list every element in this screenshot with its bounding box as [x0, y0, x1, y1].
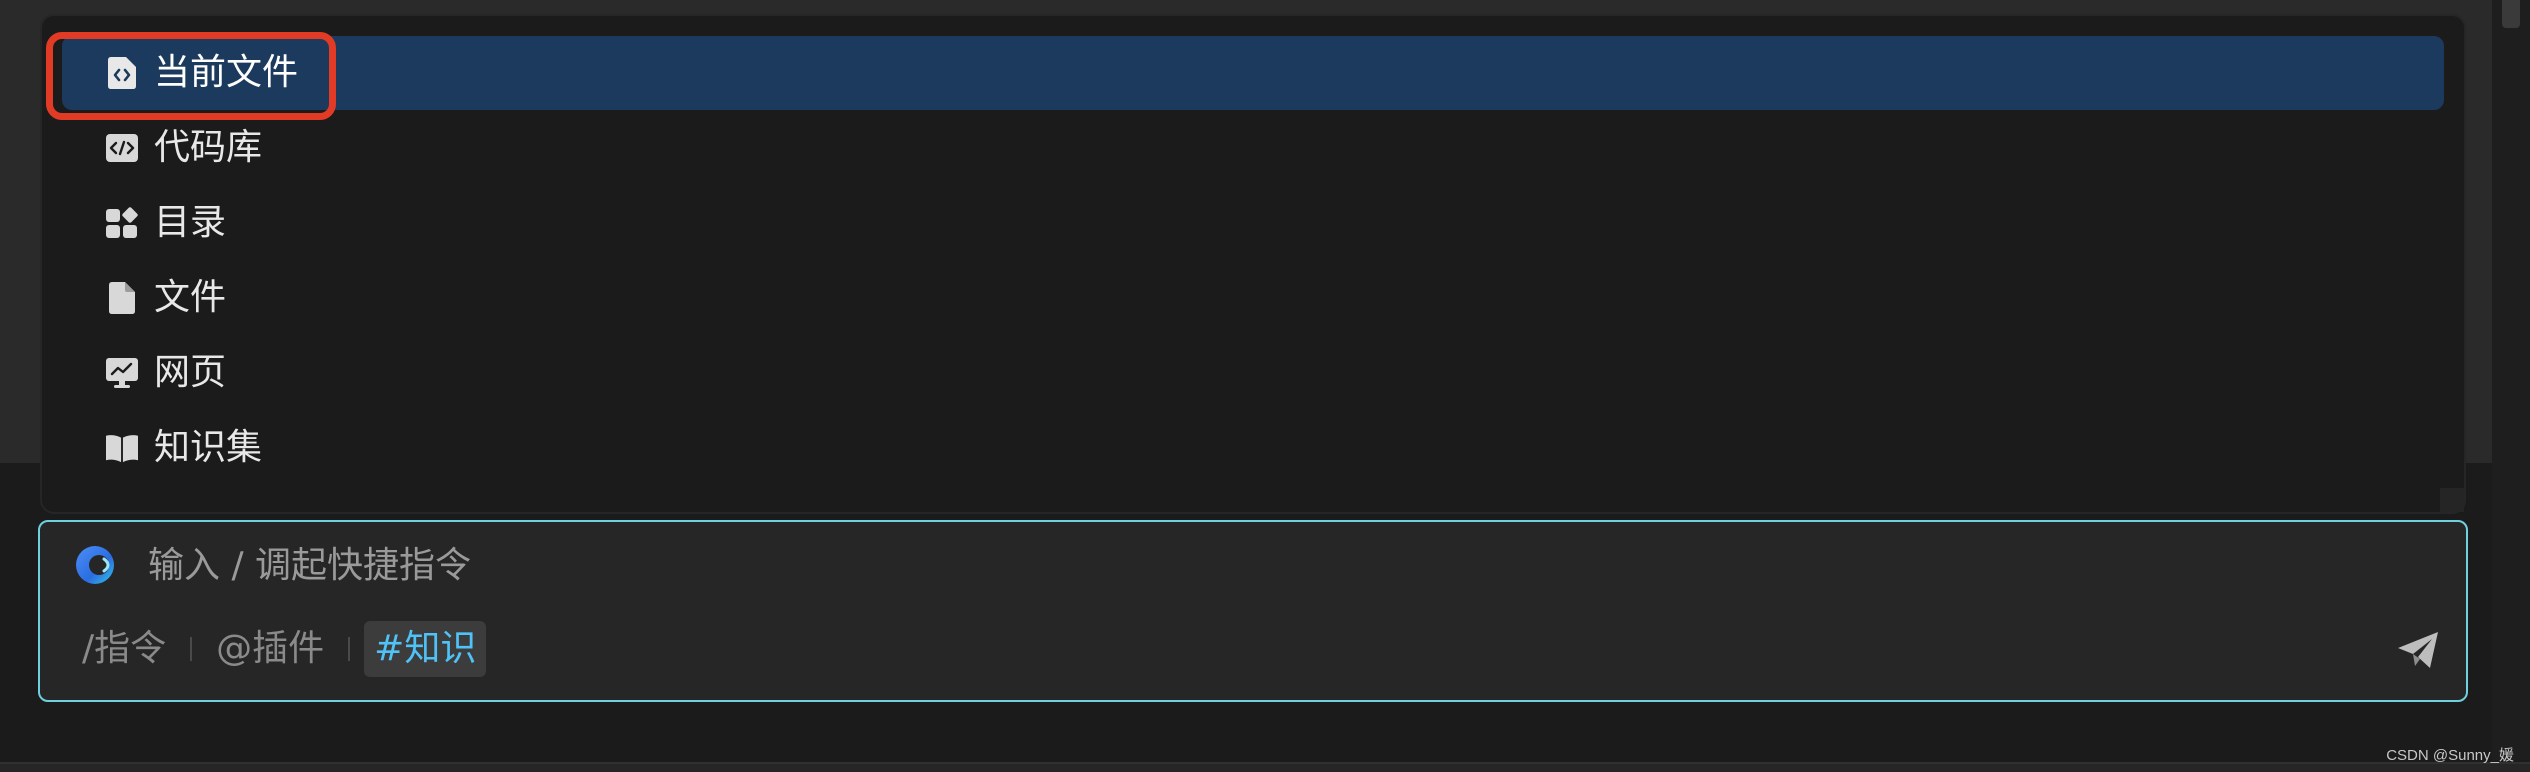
menu-item-label: 目录	[154, 202, 227, 243]
chat-input-field[interactable]	[148, 542, 1948, 588]
scrollbar-thumb[interactable]	[2502, 0, 2520, 28]
menu-item-label: 文件	[154, 277, 227, 318]
assistant-logo-icon	[74, 544, 116, 586]
file-icon	[106, 281, 138, 315]
plugin-chip[interactable]: @插件	[206, 621, 334, 676]
book-icon	[106, 431, 138, 465]
knowledge-chip[interactable]: #知识	[364, 621, 487, 677]
category-icon	[106, 206, 138, 240]
menu-item-label: 网页	[154, 352, 227, 393]
watermark-text: CSDN @Sunny_媛	[2386, 747, 2514, 764]
chat-input-box: /指令 @插件 #知识	[38, 520, 2468, 702]
knowledge-dropdown-menu: 当前文件 代码库 目录 文件 网页 知识集	[40, 14, 2466, 514]
code-icon	[106, 131, 138, 165]
page: 当前文件 代码库 目录 文件 网页 知识集 输入 / 调起快捷指令 /指令 @插…	[0, 0, 2530, 772]
command-chip[interactable]: /指令	[72, 621, 176, 676]
input-shortcut-chips: /指令 @插件 #知识	[72, 620, 487, 678]
chip-separator	[190, 637, 193, 661]
menu-item-current-file[interactable]: 当前文件	[62, 36, 2444, 110]
menu-item-directory[interactable]: 目录	[62, 186, 2444, 260]
send-icon	[2398, 632, 2438, 668]
chip-separator	[348, 637, 351, 661]
menu-item-label: 当前文件	[154, 52, 299, 93]
menu-resize-corner	[2440, 488, 2464, 512]
send-button[interactable]	[2396, 630, 2440, 670]
file-code-icon	[106, 56, 138, 90]
menu-item-label: 代码库	[154, 127, 263, 168]
bottom-divider	[0, 762, 2530, 772]
menu-item-webpage[interactable]: 网页	[62, 336, 2444, 410]
webpage-icon	[106, 356, 138, 390]
menu-item-file[interactable]: 文件	[62, 261, 2444, 335]
scrollbar[interactable]	[2492, 0, 2530, 760]
menu-item-knowledge-set[interactable]: 知识集	[62, 411, 2444, 485]
menu-item-codebase[interactable]: 代码库	[62, 111, 2444, 185]
menu-item-label: 知识集	[154, 427, 263, 468]
